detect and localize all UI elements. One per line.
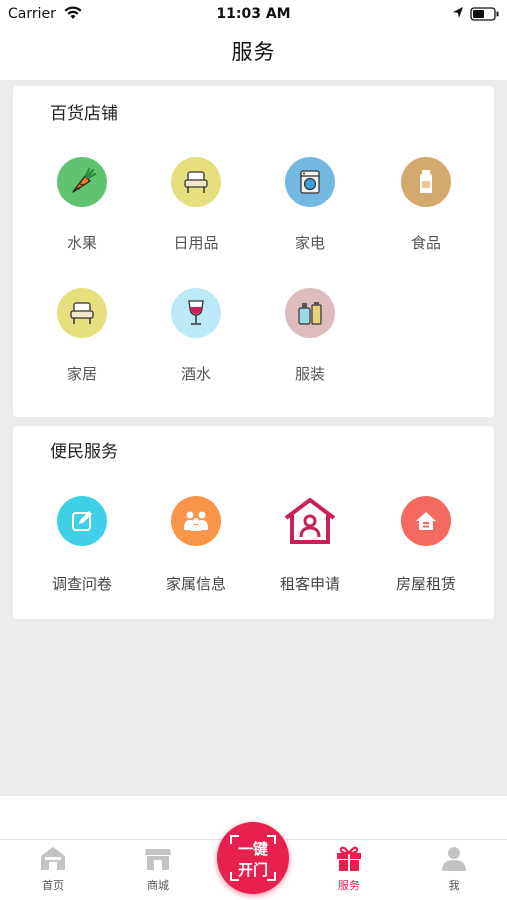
carrot-icon <box>57 157 107 207</box>
service-item-label: 家居 <box>66 365 97 383</box>
cosmetics-icon <box>285 288 335 338</box>
service-item-tenant-application[interactable]: 租客申请 <box>255 496 365 594</box>
service-item-family-info[interactable]: 家属信息 <box>141 496 251 594</box>
service-item-label: 服装 <box>294 365 325 383</box>
service-item-label: 家电 <box>294 234 325 252</box>
service-item-house-rental[interactable]: 房屋租赁 <box>371 496 481 594</box>
page-title: 服务 <box>231 40 276 64</box>
tab-home[interactable]: 首页 <box>13 843 93 893</box>
open-door-line2: 开门 <box>237 861 268 879</box>
service-item-label: 食品 <box>410 234 441 252</box>
family-icon <box>171 496 221 546</box>
service-item-label: 租客申请 <box>279 575 340 593</box>
user-icon <box>442 847 466 871</box>
tab-label: 我 <box>448 879 460 892</box>
armchair-icon <box>171 157 221 207</box>
service-item-label: 家属信息 <box>165 575 226 593</box>
tab-me[interactable]: 我 <box>414 843 494 893</box>
tenant-house-icon <box>282 496 338 546</box>
section-title: 便民服务 <box>50 442 118 462</box>
nav-bar: 服务 <box>0 30 507 80</box>
battery-icon <box>470 7 499 21</box>
edit-icon <box>57 496 107 546</box>
service-item-clothing[interactable]: 服装 <box>255 288 365 384</box>
tab-service[interactable]: 服务 <box>309 843 389 893</box>
clock: 11:03 AM <box>216 6 291 22</box>
service-item-home[interactable]: 家居 <box>27 288 137 384</box>
service-item-survey[interactable]: 调查问卷 <box>27 496 137 594</box>
convenience-services-card: 便民服务 调查问卷 家属信息 租客申请 房屋租赁 <box>13 426 494 619</box>
service-item-label: 酒水 <box>180 365 211 383</box>
store-icon <box>145 849 171 870</box>
tab-label: 首页 <box>42 879 64 892</box>
service-item-label: 日用品 <box>173 234 219 252</box>
gift-icon <box>337 846 361 871</box>
department-store-card: 百货店铺 水果 日用品 家电 食品 家居 酒水 服装 <box>13 86 494 417</box>
service-item-appliances[interactable]: 家电 <box>255 157 365 253</box>
wine-glass-icon <box>171 288 221 338</box>
one-tap-open-door-button[interactable]: 一键 开门 <box>217 822 289 894</box>
service-item-label: 调查问卷 <box>51 575 112 593</box>
service-item-label: 水果 <box>66 234 97 252</box>
armchair-icon <box>57 288 107 338</box>
bottle-icon <box>401 157 451 207</box>
location-arrow-icon <box>453 7 463 18</box>
open-door-line1: 一键 <box>237 840 268 858</box>
service-item-label: 房屋租赁 <box>395 575 456 593</box>
service-item-drinks[interactable]: 酒水 <box>141 288 251 384</box>
tab-store[interactable]: 商城 <box>118 843 198 893</box>
service-item-food[interactable]: 食品 <box>371 157 481 253</box>
tab-label: 商城 <box>147 879 169 892</box>
house-icon <box>401 496 451 546</box>
home-icon <box>41 847 65 870</box>
tab-label: 服务 <box>338 879 360 892</box>
service-item-daily-goods[interactable]: 日用品 <box>141 157 251 253</box>
section-title: 百货店铺 <box>50 104 118 124</box>
service-item-fruit[interactable]: 水果 <box>27 157 137 253</box>
washing-machine-icon <box>285 157 335 207</box>
status-bar: Carrier 11:03 AM <box>0 0 507 30</box>
